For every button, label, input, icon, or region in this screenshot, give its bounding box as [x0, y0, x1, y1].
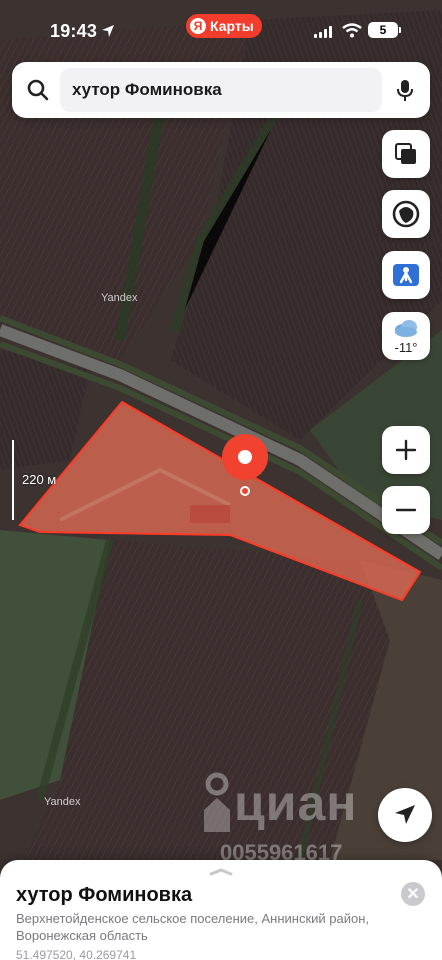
status-bar: 19:43 Я Карты 5 [0, 0, 442, 60]
place-coordinates[interactable]: 51.497520, 40.269741 [16, 948, 136, 960]
location-pin[interactable] [222, 434, 268, 482]
layers-button[interactable] [382, 130, 430, 178]
plus-icon [395, 439, 417, 461]
place-card[interactable]: хутор Фоминовка ✕ Верхнетойденское сельс… [0, 860, 442, 960]
search-icon[interactable] [26, 78, 50, 102]
close-icon: ✕ [406, 886, 420, 903]
zoom-out-button[interactable] [382, 486, 430, 534]
scale-label: 220 м [22, 472, 57, 487]
location-arrow-icon [102, 25, 114, 37]
pin-target-point [240, 486, 250, 496]
search-bar[interactable]: хутор Фоминовка [12, 62, 430, 118]
route-button[interactable] [382, 190, 430, 238]
cian-logo-icon [204, 772, 230, 832]
app-badge-label: Карты [210, 18, 254, 34]
signal-icon [314, 26, 332, 38]
wifi-icon [342, 23, 362, 38]
place-address: Верхнетойденское сельское поселение, Анн… [16, 911, 370, 943]
scale-bar [12, 440, 14, 520]
status-time: 19:43 [50, 21, 98, 41]
pin-dot [238, 450, 252, 464]
layers-icon [395, 143, 416, 164]
close-button[interactable]: ✕ [401, 882, 425, 906]
place-title: хутор Фоминовка [16, 884, 193, 906]
my-location-button[interactable] [378, 788, 432, 842]
search-input[interactable]: хутор Фоминовка [60, 68, 382, 112]
route-icon [392, 200, 420, 228]
listing-watermark: циан 0055961617 [200, 770, 356, 865]
yandex-watermark: Yandex [101, 292, 138, 304]
yandex-logo-icon: Я [190, 18, 206, 34]
panorama-icon [393, 264, 419, 286]
app-badge[interactable]: Я Карты [186, 14, 262, 38]
weather-temperature: -11° [394, 340, 418, 355]
yandex-watermark: Yandex [44, 796, 81, 808]
weather-button[interactable]: -11° [382, 312, 430, 360]
microphone-icon[interactable] [392, 77, 418, 103]
panorama-button[interactable] [382, 251, 430, 299]
battery-icon: 5 [368, 22, 401, 38]
cian-watermark-name: циан [234, 775, 358, 831]
minus-icon [395, 508, 417, 512]
navigation-arrow-icon [395, 805, 415, 824]
sheet-handle-icon[interactable] [209, 868, 233, 876]
cloud-icon [395, 320, 417, 337]
zoom-in-button[interactable] [382, 426, 430, 474]
